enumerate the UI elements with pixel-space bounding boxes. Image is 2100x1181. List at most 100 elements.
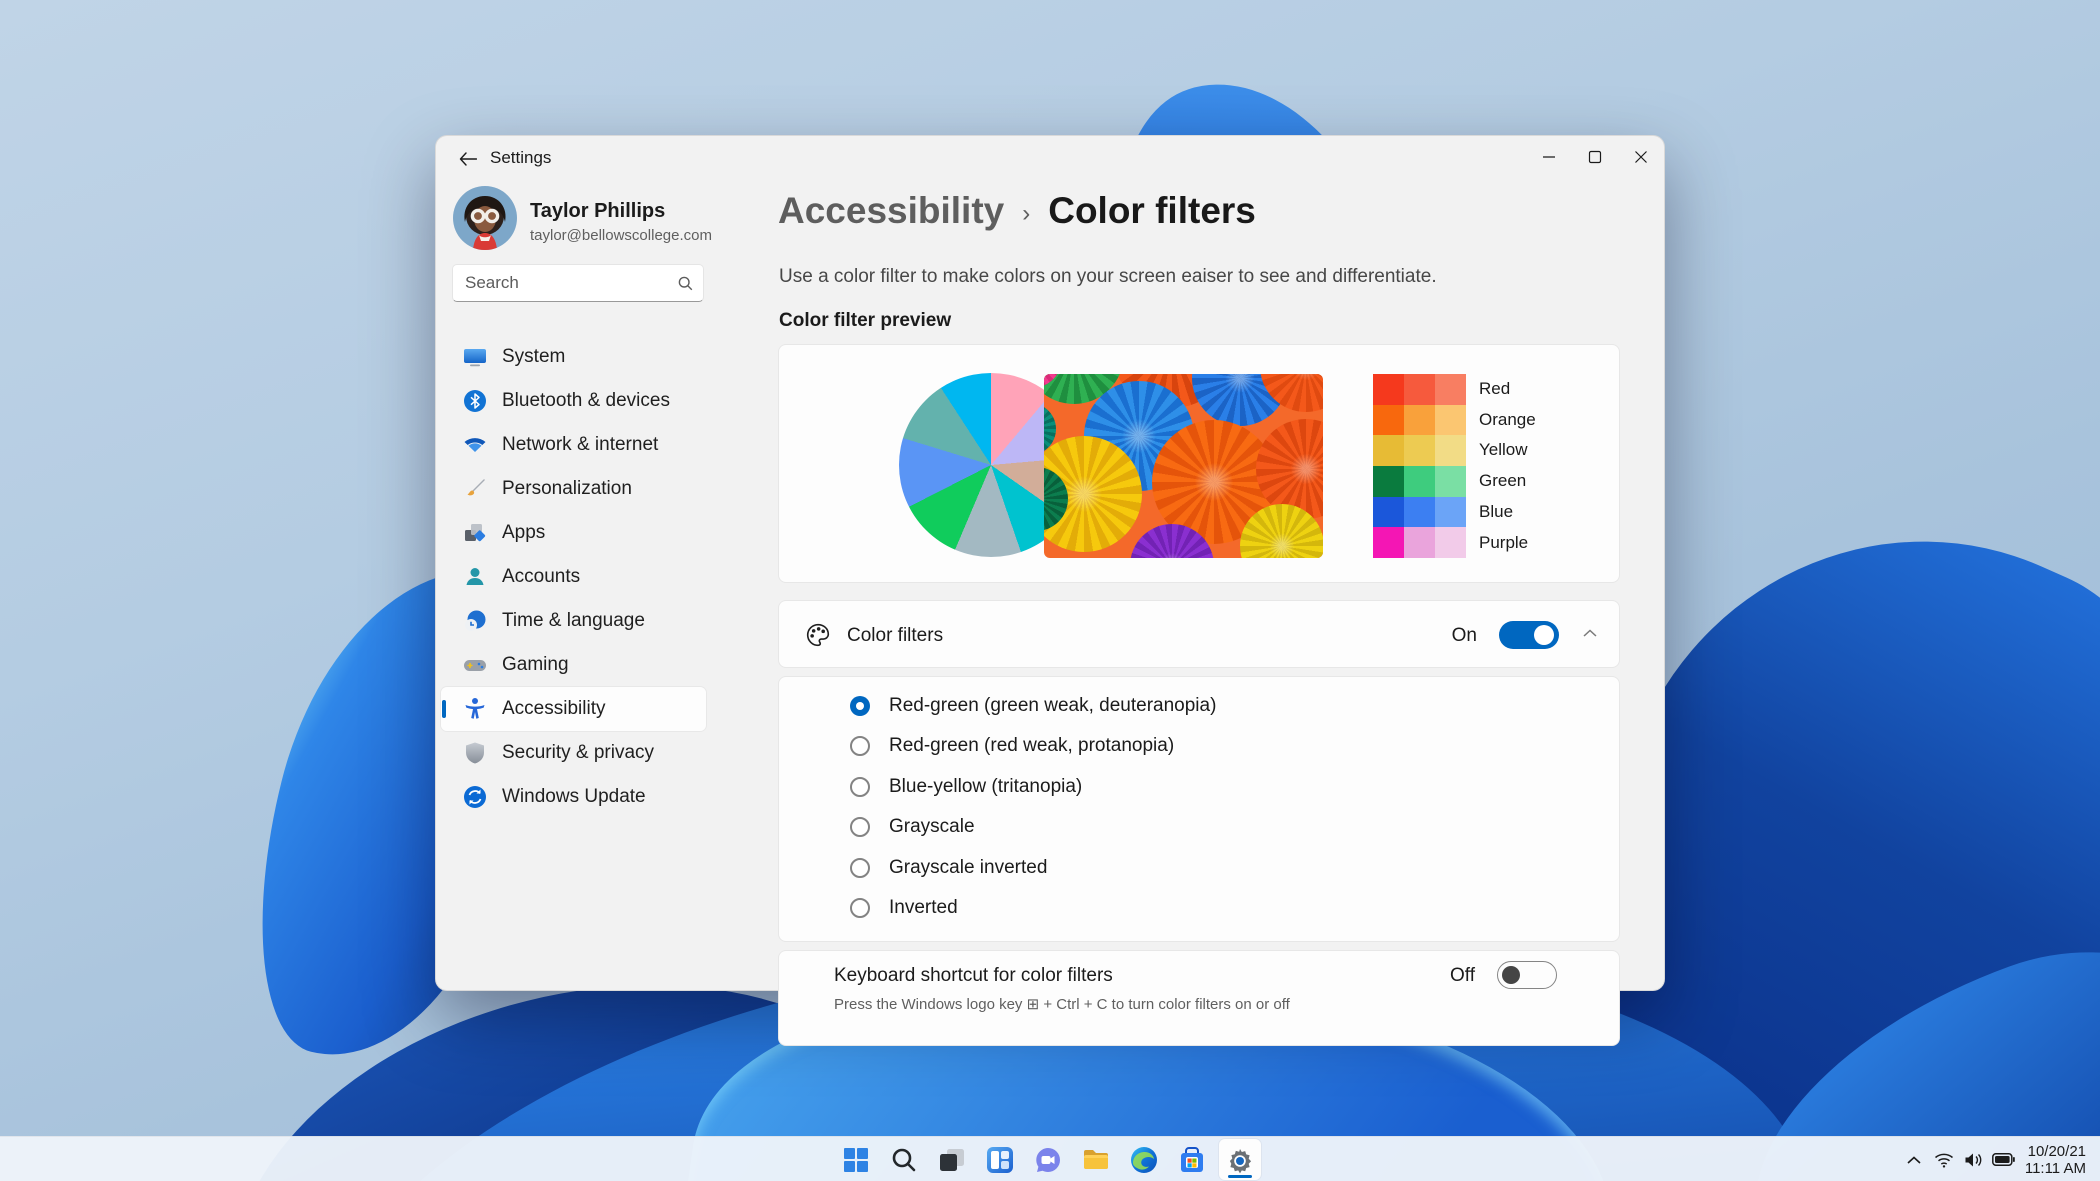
accessibility-icon	[462, 696, 488, 722]
swatch-cell	[1373, 466, 1404, 497]
sidebar-item-gaming[interactable]: Gaming	[441, 643, 706, 687]
taskbar-settings-icon[interactable]	[1216, 1137, 1264, 1181]
search-icon	[678, 276, 693, 291]
sidebar-item-bluetooth-devices[interactable]: Bluetooth & devices	[441, 379, 706, 423]
color-filter-preview-card: Red Orange Yellow Green Blue Purple	[778, 344, 1620, 583]
sidebar-item-label: Accessibility	[502, 698, 606, 719]
search-input[interactable]: Search	[452, 264, 704, 302]
bluetooth-icon	[462, 388, 488, 414]
sidebar-item-security-privacy[interactable]: Security & privacy	[441, 731, 706, 775]
chevron-up-icon[interactable]	[1583, 629, 1597, 637]
filter-option-row[interactable]: Grayscale	[779, 807, 1619, 847]
taskbar-store-icon[interactable]	[1168, 1137, 1216, 1181]
back-button[interactable]	[452, 144, 484, 174]
swatch-cell	[1435, 404, 1466, 436]
color-filters-toggle[interactable]	[1499, 621, 1559, 649]
sidebar-item-time-language[interactable]: Time & language	[441, 599, 706, 643]
swatch-row-red	[1373, 374, 1466, 405]
keyboard-shortcut-label: Keyboard shortcut for color filters	[834, 965, 1113, 986]
taskbar-task-view-icon[interactable]	[928, 1137, 976, 1181]
swatch-cell	[1404, 435, 1435, 467]
sidebar-item-label: Bluetooth & devices	[502, 390, 670, 411]
sidebar-item-accounts[interactable]: Accounts	[441, 555, 706, 599]
breadcrumb-separator-icon: ›	[1022, 200, 1031, 227]
swatch-cell	[1404, 374, 1435, 405]
settings-icon	[1225, 1145, 1255, 1175]
system-tray: 10/20/21 11:11 AM	[1899, 1137, 2092, 1181]
swatch-cell	[1373, 496, 1404, 528]
color-filter-options-card: Red-green (green weak, deuteranopia) Red-…	[778, 676, 1620, 942]
radio-unselected[interactable]	[850, 898, 870, 918]
filter-option-row[interactable]: Blue-yellow (tritanopia)	[779, 767, 1619, 807]
swatch-row-green	[1373, 466, 1466, 497]
palette-icon	[805, 622, 831, 648]
window-title: Settings	[490, 148, 552, 167]
sidebar-item-accessibility[interactable]: Accessibility	[441, 687, 706, 731]
filter-option-label: Blue-yellow (tritanopia)	[889, 775, 1083, 797]
minimize-button[interactable]	[1526, 136, 1572, 178]
sidebar-item-label: Windows Update	[502, 786, 646, 807]
network-icon	[462, 432, 488, 458]
security-icon	[462, 740, 488, 766]
swatch-cell	[1404, 404, 1435, 436]
sidebar-item-system[interactable]: System	[441, 335, 706, 379]
search-placeholder: Search	[465, 273, 519, 292]
keyboard-shortcut-toggle[interactable]	[1497, 961, 1557, 989]
taskbar-edge-icon[interactable]	[1120, 1137, 1168, 1181]
maximize-button[interactable]	[1572, 136, 1618, 178]
swatch-label: Red	[1479, 379, 1511, 398]
swatch-cell	[1435, 527, 1466, 559]
filter-option-row[interactable]: Red-green (red weak, protanopia)	[779, 726, 1619, 766]
clock[interactable]: 10/20/21 11:11 AM	[2025, 1143, 2092, 1177]
filter-option-row[interactable]: Grayscale inverted	[779, 848, 1619, 888]
filter-option-row[interactable]: Inverted	[779, 888, 1619, 928]
radio-unselected[interactable]	[850, 857, 870, 878]
desktop: Settings Taylor Phillips taylor@bellowsc…	[0, 0, 2100, 1181]
color-filters-label: Color filters	[847, 625, 944, 646]
sidebar-item-personalization[interactable]: Personalization	[441, 467, 706, 511]
sidebar-item-label: Time & language	[502, 610, 645, 631]
taskbar: 10/20/21 11:11 AM	[0, 1136, 2100, 1181]
filter-option-row[interactable]: Red-green (green weak, deuteranopia)	[779, 686, 1619, 726]
gaming-icon	[462, 652, 488, 678]
sidebar-item-apps[interactable]: Apps	[441, 511, 706, 555]
taskbar-file-explorer-icon[interactable]	[1072, 1137, 1120, 1181]
system-icon	[462, 344, 488, 370]
swatch-label: Blue	[1479, 501, 1514, 521]
battery-icon[interactable]	[1989, 1137, 2019, 1181]
radio-selected[interactable]	[850, 696, 870, 716]
filter-option-label: Inverted	[889, 897, 958, 918]
breadcrumb-parent[interactable]: Accessibility	[778, 190, 1004, 232]
taskbar-start-icon[interactable]	[832, 1137, 880, 1181]
personalization-icon	[462, 476, 488, 502]
swatch-cell	[1435, 466, 1466, 497]
titlebar[interactable]: Settings	[436, 136, 1664, 182]
swatch-cell	[1404, 496, 1435, 528]
color-filters-toggle-row[interactable]: Color filters On	[778, 600, 1620, 668]
sidebar-item-windows-update[interactable]: Windows Update	[441, 775, 706, 819]
taskbar-widgets-icon[interactable]	[976, 1137, 1024, 1181]
keyboard-shortcut-row[interactable]: Keyboard shortcut for color filters Pres…	[778, 950, 1620, 1046]
taskbar-chat-icon[interactable]	[1024, 1137, 1072, 1181]
radio-unselected[interactable]	[850, 736, 870, 757]
filter-option-label: Grayscale inverted	[889, 856, 1048, 878]
filter-option-label: Red-green (green weak, deuteranopia)	[889, 695, 1217, 716]
avatar[interactable]	[453, 186, 517, 250]
swatch-cell	[1373, 404, 1404, 436]
swatch-row-purple	[1373, 527, 1466, 559]
file-explorer-icon	[1081, 1145, 1111, 1175]
chevron-up-icon[interactable]	[1899, 1137, 1929, 1181]
sidebar-item-label: Gaming	[502, 654, 569, 675]
wifi-icon[interactable]	[1929, 1137, 1959, 1181]
radio-unselected[interactable]	[850, 776, 870, 797]
sidebar-item-network-internet[interactable]: Network & internet	[441, 423, 706, 467]
radio-unselected[interactable]	[850, 817, 870, 838]
store-icon	[1177, 1145, 1207, 1175]
sidebar-item-label: System	[502, 346, 566, 367]
close-button[interactable]	[1618, 136, 1664, 178]
filter-option-label: Grayscale	[889, 816, 975, 838]
volume-icon[interactable]	[1959, 1137, 1989, 1181]
taskbar-search-icon[interactable]	[880, 1137, 928, 1181]
sidebar-item-label: Personalization	[502, 478, 632, 499]
filter-option-label: Red-green (red weak, protanopia)	[889, 735, 1175, 757]
